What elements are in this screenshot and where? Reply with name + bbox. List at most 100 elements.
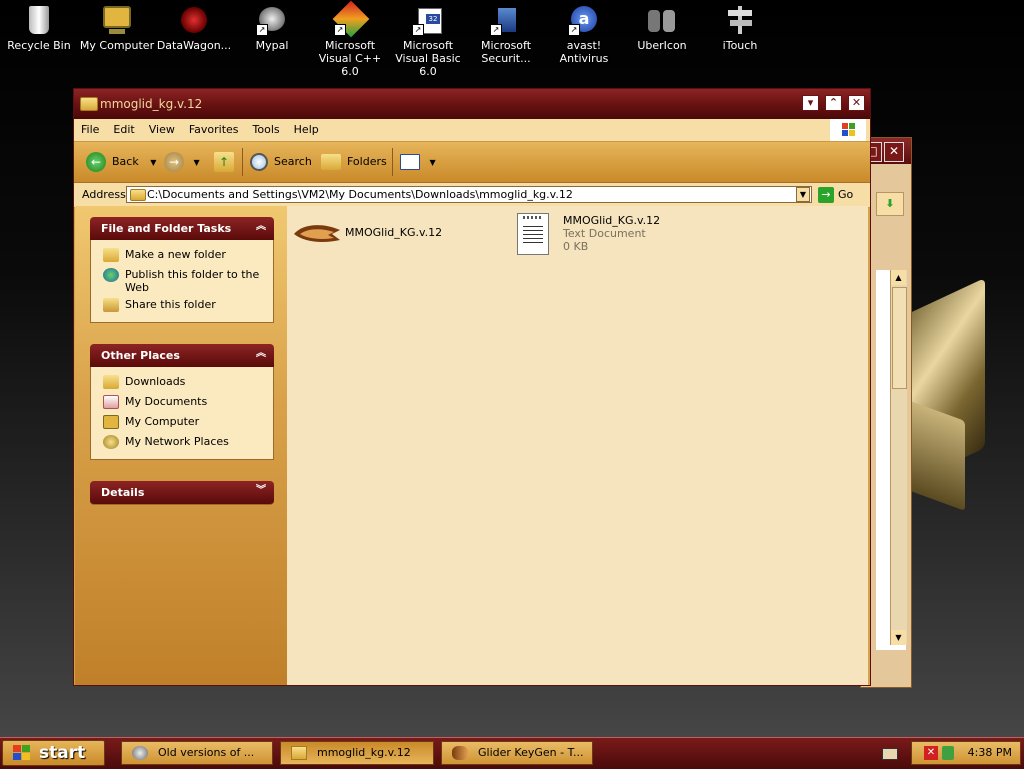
system-tray: ✕ 4:38 PM <box>911 741 1021 765</box>
menu-favorites[interactable]: Favorites <box>182 119 246 141</box>
window-title: mmoglid_kg.v.12 <box>100 97 203 111</box>
address-dropdown-icon[interactable]: ▼ <box>796 187 810 202</box>
visual-cpp-icon: ↗ <box>332 0 370 38</box>
up-folder-icon: ↑ <box>214 152 234 172</box>
menu-edit[interactable]: Edit <box>106 119 141 141</box>
other-places-header[interactable]: Other Places ︽ <box>90 344 274 367</box>
desktop-icon-label: DataWagon... <box>156 39 232 52</box>
file-item-keygen[interactable]: MMOGlid_KG.v.12 <box>292 222 442 247</box>
network-places-icon <box>103 435 119 449</box>
collapse-chevron-icon[interactable]: ︽ <box>254 221 268 235</box>
task-share-folder[interactable]: Share this folder <box>91 296 273 316</box>
go-arrow-icon: → <box>818 187 834 203</box>
keyboard-icon[interactable] <box>882 748 898 760</box>
toolbar-separator <box>392 148 393 176</box>
menu-tools[interactable]: Tools <box>246 119 287 141</box>
task-publish-folder[interactable]: Publish this folder to the Web <box>91 266 273 296</box>
details-header[interactable]: Details ︾ <box>90 481 274 505</box>
file-folder-tasks-header[interactable]: File and Folder Tasks ︽ <box>90 217 274 240</box>
folders-button[interactable]: Folders <box>321 150 387 174</box>
download-arrow-icon[interactable]: ⬇ <box>876 192 904 216</box>
desktop-icon-my-computer[interactable]: My Computer <box>78 2 156 52</box>
desktop-icon-recycle-bin[interactable]: Recycle Bin <box>0 2 78 52</box>
file-size: 0 KB <box>563 240 589 253</box>
close-button[interactable]: ✕ <box>848 95 865 111</box>
menu-help[interactable]: Help <box>287 119 326 141</box>
desktop-icon-visual-cpp[interactable]: ↗ Microsoft Visual C++ 6.0 <box>311 0 389 78</box>
publish-web-icon <box>103 268 119 282</box>
taskbar-item-explorer[interactable]: mmoglid_kg.v.12 <box>280 741 434 765</box>
toolbar: ← Back ▼ → ▼ ↑ Search Folders ▼ <box>74 142 870 183</box>
go-button[interactable]: → Go <box>818 187 853 203</box>
shortcut-arrow-icon: ↗ <box>568 24 580 36</box>
address-folder-icon <box>130 189 146 201</box>
menu-view[interactable]: View <box>142 119 182 141</box>
file-list: MMOGlid_KG.v.12 MMOGlid_KG.v.12 Text Doc… <box>287 206 868 685</box>
desktop-icon-microsoft-security[interactable]: ↗ Microsoft Securit... <box>467 2 545 65</box>
desktop-icon-avast[interactable]: a ↗ avast! Antivirus <box>545 2 623 65</box>
up-folder-button[interactable]: ↑ <box>214 150 240 174</box>
maximize-button[interactable]: ⌃ <box>825 95 842 111</box>
taskbar: start Old versions of ... mmoglid_kg.v.1… <box>0 737 1024 769</box>
other-places-panel: Other Places ︽ Downloads My Documents My… <box>90 344 274 460</box>
background-window-close-button[interactable]: ✕ <box>884 142 904 162</box>
views-dropdown-icon[interactable]: ▼ <box>430 158 436 167</box>
search-icon <box>250 153 268 171</box>
menu-file[interactable]: File <box>74 119 106 141</box>
address-label: Address <box>82 188 126 201</box>
scrollbar-thumb[interactable] <box>892 287 907 389</box>
shortcut-arrow-icon: ↗ <box>256 24 268 36</box>
desktop-icon-label: My Computer <box>79 39 155 52</box>
desktop-icon-ubericon[interactable]: UberIcon <box>623 2 701 52</box>
scroll-down-arrow-icon[interactable]: ▼ <box>891 630 906 645</box>
forward-button[interactable]: → ▼ <box>164 150 200 174</box>
task-make-new-folder[interactable]: Make a new folder <box>91 246 273 266</box>
background-window-scrollbar[interactable]: ▲ ▼ <box>890 270 907 645</box>
expand-chevron-icon[interactable]: ︾ <box>254 485 268 499</box>
place-my-documents[interactable]: My Documents <box>91 393 273 413</box>
desktop-icon-label: Microsoft Visual Basic 6.0 <box>395 39 461 78</box>
new-folder-icon <box>103 248 119 262</box>
search-button[interactable]: Search <box>250 150 312 174</box>
start-button[interactable]: start <box>2 740 105 766</box>
desktop-icon-datawagon[interactable]: DataWagon... <box>155 2 233 52</box>
desktop-icon-itouch[interactable]: iTouch <box>701 2 779 52</box>
shortcut-arrow-icon: ↗ <box>334 24 346 36</box>
ubericon-icon <box>646 4 678 36</box>
desktop-icon-mypal[interactable]: ↗ Mypal <box>233 2 311 52</box>
desktop-icon-visual-basic[interactable]: 32 ↗ Microsoft Visual Basic 6.0 <box>389 2 467 78</box>
minimize-button[interactable]: ▾ <box>802 95 819 111</box>
back-arrow-icon: ← <box>86 152 106 172</box>
share-folder-icon <box>103 298 119 312</box>
collapse-chevron-icon[interactable]: ︽ <box>254 348 268 362</box>
place-my-network-places[interactable]: My Network Places <box>91 433 273 453</box>
forward-dropdown-icon[interactable]: ▼ <box>194 158 200 167</box>
menu-bar: File Edit View Favorites Tools Help <box>74 119 870 142</box>
my-computer-icon <box>101 4 133 36</box>
desktop-icon-label: UberIcon <box>637 39 687 52</box>
network-error-icon[interactable]: ✕ <box>924 746 938 760</box>
taskbar-item-glider-keygen[interactable]: Glider KeyGen - T... <box>441 741 593 765</box>
security-tray-icon[interactable] <box>942 746 954 760</box>
folders-icon <box>321 154 341 170</box>
place-downloads[interactable]: Downloads <box>91 373 273 393</box>
datawagon-icon <box>178 4 210 36</box>
recycle-bin-icon <box>23 4 55 36</box>
taskbar-item-old-versions[interactable]: Old versions of ... <box>121 741 273 765</box>
mypal-icon: ↗ <box>256 4 288 36</box>
keygen-glider-icon <box>452 746 468 760</box>
back-dropdown-icon[interactable]: ▼ <box>150 158 156 167</box>
window-titlebar[interactable]: mmoglid_kg.v.12 ▾ ⌃ ✕ <box>74 89 870 119</box>
back-button[interactable]: ← Back ▼ <box>86 150 156 174</box>
clock[interactable]: 4:38 PM <box>968 746 1012 759</box>
scroll-up-arrow-icon[interactable]: ▲ <box>891 270 906 285</box>
file-folder-tasks-panel: File and Folder Tasks ︽ Make a new folde… <box>90 217 274 323</box>
task-pane: File and Folder Tasks ︽ Make a new folde… <box>75 206 287 685</box>
avast-icon: a ↗ <box>568 4 600 36</box>
address-input[interactable]: C:\Documents and Settings\VM2\My Documen… <box>126 186 812 203</box>
file-name: MMOGlid_KG.v.12 <box>563 214 661 227</box>
views-button[interactable]: ▼ <box>400 150 436 174</box>
place-my-computer[interactable]: My Computer <box>91 413 273 433</box>
forward-arrow-icon: → <box>164 152 184 172</box>
desktop-icon-label: Mypal <box>255 39 289 52</box>
